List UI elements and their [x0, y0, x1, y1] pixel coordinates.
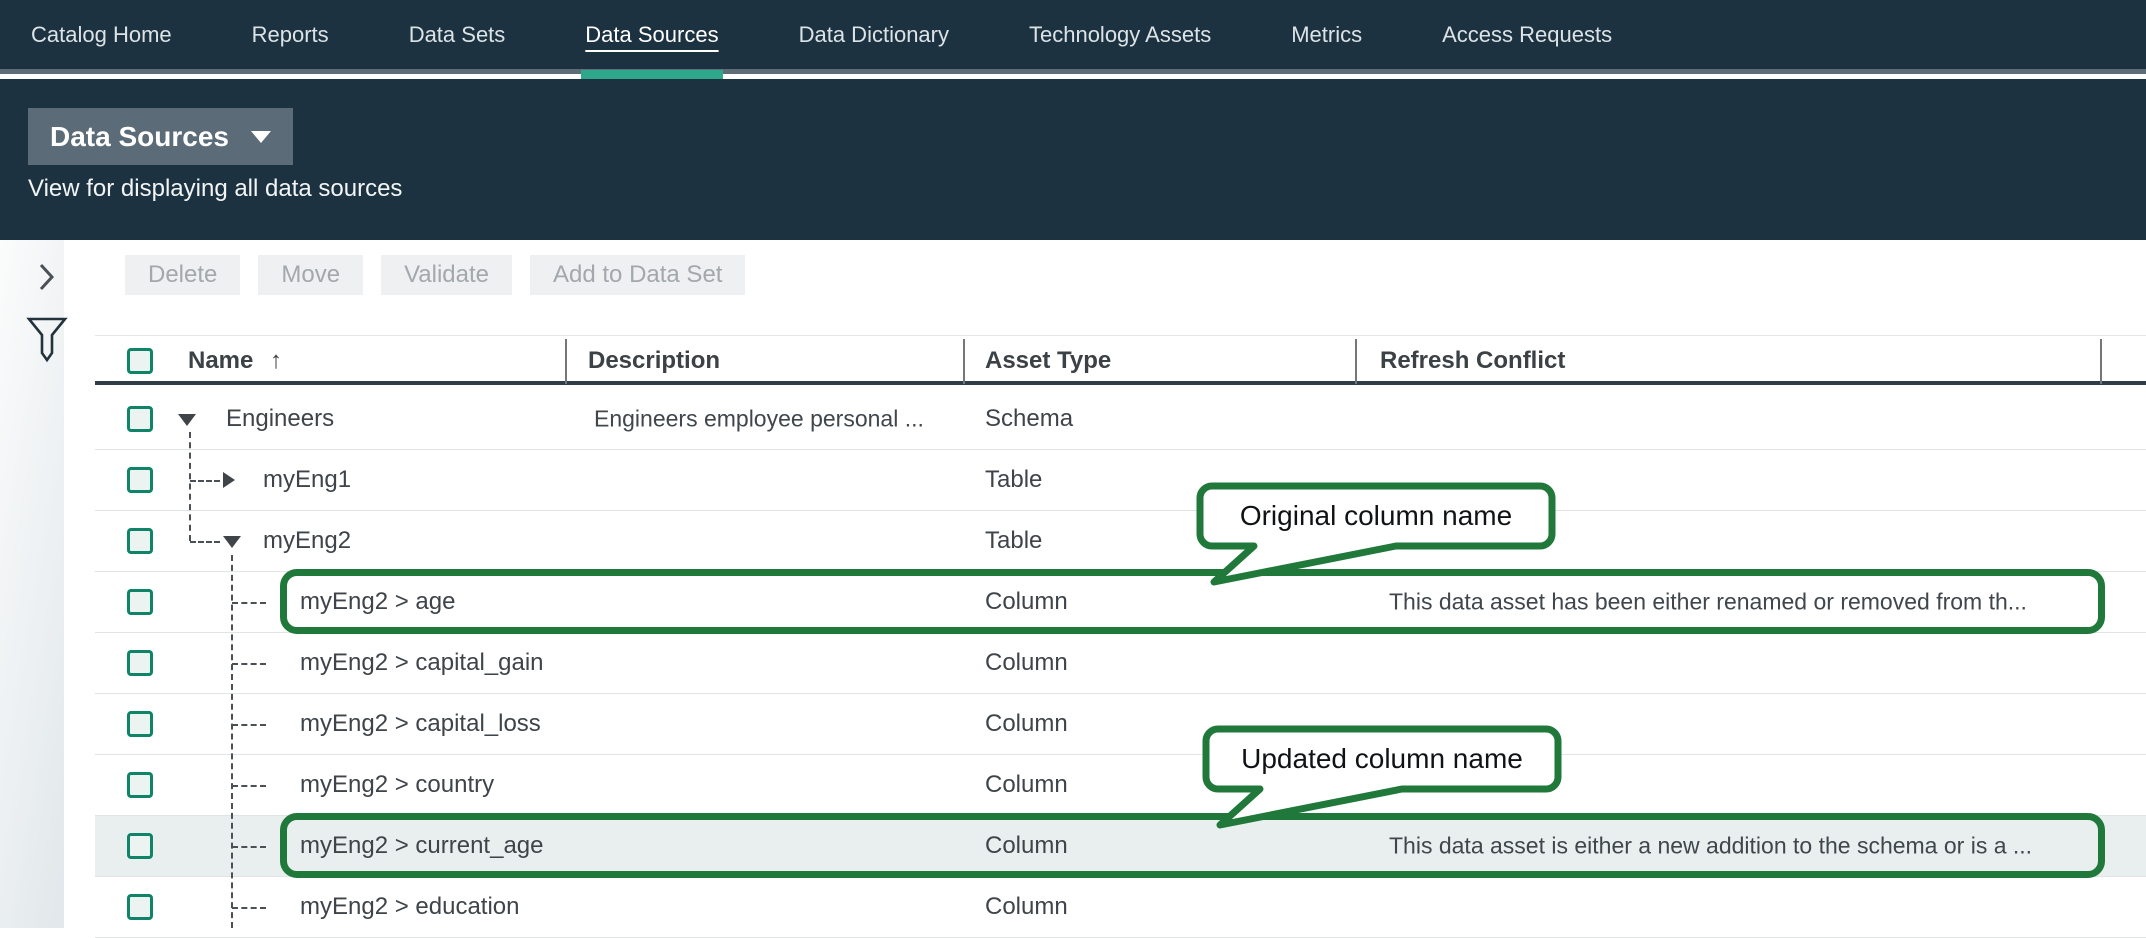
table-row[interactable]: myEng2 > education Column [95, 877, 2146, 938]
tree-connector-line [189, 432, 191, 541]
nav-item-reports[interactable]: Reports [252, 0, 329, 72]
nav-item-metrics[interactable]: Metrics [1291, 0, 1362, 72]
row-name: myEng2 > age [300, 588, 455, 616]
table-row[interactable]: myEng2 > capital_gain Column [95, 633, 2146, 694]
view-selector-button[interactable]: Data Sources [28, 108, 293, 165]
tree-connector-line [232, 724, 266, 726]
page-header: Data Sources View for displaying all dat… [0, 79, 2146, 240]
delete-button[interactable]: Delete [125, 255, 240, 295]
column-header-asset-type[interactable]: Asset Type [985, 336, 1111, 386]
row-checkbox[interactable] [127, 406, 153, 432]
select-all-checkbox[interactable] [127, 348, 153, 374]
table-header: Name ↑ Description Asset Type Refresh Co… [95, 335, 2146, 385]
row-name: myEng2 > education [300, 893, 519, 921]
row-refresh-conflict: This data asset is either a new addition… [1389, 833, 2032, 860]
side-rail [0, 240, 64, 928]
column-header-name[interactable]: Name ↑ [188, 336, 282, 386]
row-checkbox[interactable] [127, 650, 153, 676]
table-row[interactable]: myEng2 > capital_loss Column [95, 694, 2146, 755]
row-asset-type: Schema [985, 405, 1073, 433]
filter-icon[interactable] [26, 316, 68, 364]
expand-toggle-icon[interactable] [223, 472, 235, 488]
tree-connector-line [190, 541, 220, 543]
nav-item-catalog-home[interactable]: Catalog Home [31, 0, 172, 72]
tree-connector-line [190, 480, 220, 482]
row-asset-type: Column [985, 649, 1068, 677]
row-checkbox[interactable] [127, 467, 153, 493]
nav-item-technology-assets[interactable]: Technology Assets [1029, 0, 1211, 72]
row-name: myEng2 > capital_loss [300, 710, 541, 738]
table-row[interactable]: myEng2 > current_age Column This data as… [95, 816, 2146, 877]
toolbar: Delete Move Validate Add to Data Set [125, 255, 745, 295]
row-name: myEng2 > capital_gain [300, 649, 544, 677]
nav-item-data-sets[interactable]: Data Sets [409, 0, 506, 72]
sort-ascending-icon: ↑ [270, 347, 282, 374]
top-nav: Catalog Home Reports Data Sets Data Sour… [0, 0, 2146, 74]
tree-connector-line [232, 663, 266, 665]
move-button[interactable]: Move [258, 255, 363, 295]
view-description: View for displaying all data sources [28, 175, 402, 203]
column-divider[interactable] [565, 339, 567, 384]
table-row[interactable]: myEng2 > country Column [95, 755, 2146, 816]
tree-connector-line [232, 602, 266, 604]
row-checkbox[interactable] [127, 833, 153, 859]
tree-connector-line [232, 785, 266, 787]
view-selector-label: Data Sources [50, 121, 229, 153]
table-row[interactable]: myEng2 > age Column This data asset has … [95, 572, 2146, 633]
row-asset-type: Table [985, 466, 1042, 494]
table-row[interactable]: myEng1 Table [95, 450, 2146, 511]
row-asset-type: Table [985, 527, 1042, 555]
row-checkbox[interactable] [127, 772, 153, 798]
column-divider[interactable] [1355, 339, 1357, 384]
row-name: myEng1 [263, 466, 351, 494]
row-name: myEng2 > country [300, 771, 494, 799]
row-asset-type: Column [985, 771, 1068, 799]
column-header-description[interactable]: Description [588, 336, 720, 386]
tree-connector-line [231, 555, 233, 928]
row-description: Engineers employee personal ... [594, 406, 924, 433]
expand-panel-icon[interactable] [38, 262, 56, 292]
row-asset-type: Column [985, 893, 1068, 921]
caret-down-icon [251, 131, 271, 143]
table-body: Engineers Engineers employee personal ..… [95, 389, 2146, 928]
row-checkbox[interactable] [127, 711, 153, 737]
row-asset-type: Column [985, 588, 1068, 616]
column-header-refresh-conflict[interactable]: Refresh Conflict [1380, 336, 1565, 386]
data-sources-panel: Delete Move Validate Add to Data Set Nam… [95, 240, 2146, 928]
column-divider[interactable] [963, 339, 965, 384]
tree-connector-line [232, 907, 266, 909]
row-asset-type: Column [985, 710, 1068, 738]
row-name: myEng2 [263, 527, 351, 555]
nav-item-data-sources[interactable]: Data Sources [585, 0, 718, 72]
content-area: Delete Move Validate Add to Data Set Nam… [0, 240, 2146, 928]
row-refresh-conflict: This data asset has been either renamed … [1389, 589, 2027, 616]
collapse-toggle-icon[interactable] [223, 536, 241, 548]
column-header-name-label: Name [188, 347, 253, 374]
row-checkbox[interactable] [127, 589, 153, 615]
add-to-data-set-button[interactable]: Add to Data Set [530, 255, 745, 295]
tree-connector-line [232, 846, 266, 848]
row-checkbox[interactable] [127, 528, 153, 554]
collapse-toggle-icon[interactable] [178, 414, 196, 426]
row-name: Engineers [226, 405, 334, 433]
validate-button[interactable]: Validate [381, 255, 512, 295]
table-row[interactable]: myEng2 Table [95, 511, 2146, 572]
row-asset-type: Column [985, 832, 1068, 860]
row-checkbox[interactable] [127, 894, 153, 920]
nav-item-data-dictionary[interactable]: Data Dictionary [799, 0, 949, 72]
row-name: myEng2 > current_age [300, 832, 543, 860]
table-row[interactable]: Engineers Engineers employee personal ..… [95, 389, 2146, 450]
column-divider[interactable] [2100, 339, 2102, 384]
nav-item-access-requests[interactable]: Access Requests [1442, 0, 1612, 72]
